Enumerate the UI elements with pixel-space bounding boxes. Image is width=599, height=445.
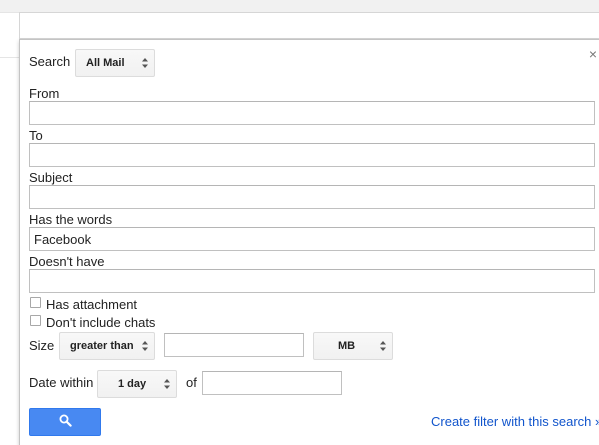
search-box-strip[interactable]: [19, 12, 599, 39]
select-arrows-icon: [376, 340, 390, 352]
date-range-select[interactable]: 1 day: [97, 370, 177, 398]
to-label: To: [29, 128, 43, 143]
subject-label: Subject: [29, 170, 73, 185]
subject-field[interactable]: [29, 185, 595, 209]
size-value-field[interactable]: [164, 333, 304, 357]
size-comparator-value: greater than: [70, 340, 134, 352]
has-attachment-checkbox[interactable]: [30, 297, 41, 308]
doesnt-have-label: Doesn't have: [29, 254, 105, 269]
date-of-field[interactable]: [202, 371, 342, 395]
search-scope-value: All Mail: [86, 57, 125, 69]
size-unit-value: MB: [338, 340, 356, 352]
size-unit-select[interactable]: MB: [313, 332, 393, 360]
size-comparator-select[interactable]: greater than: [59, 332, 155, 360]
select-arrows-icon: [138, 340, 152, 352]
has-words-field[interactable]: [29, 227, 595, 251]
no-chats-checkbox[interactable]: [30, 315, 41, 326]
search-label: Search: [29, 54, 71, 69]
select-arrows-icon: [160, 378, 174, 390]
create-filter-link[interactable]: Create filter with this search »: [431, 414, 599, 429]
of-label: of: [186, 375, 197, 390]
has-attachment-label: Has attachment: [46, 297, 138, 312]
size-label: Size: [29, 338, 55, 353]
divider: [0, 57, 19, 58]
from-label: From: [29, 86, 60, 101]
to-field[interactable]: [29, 143, 595, 167]
close-icon[interactable]: ×: [588, 47, 598, 61]
from-field[interactable]: [29, 101, 595, 125]
search-scope-select[interactable]: All Mail: [75, 49, 155, 77]
date-range-value: 1 day: [118, 378, 147, 390]
search-icon: [59, 414, 72, 430]
search-button[interactable]: [29, 408, 101, 436]
no-chats-label: Don't include chats: [46, 315, 156, 330]
doesnt-have-field[interactable]: [29, 269, 595, 293]
has-words-label: Has the words: [29, 212, 113, 227]
date-within-label: Date within: [29, 375, 94, 390]
select-arrows-icon: [138, 57, 152, 69]
